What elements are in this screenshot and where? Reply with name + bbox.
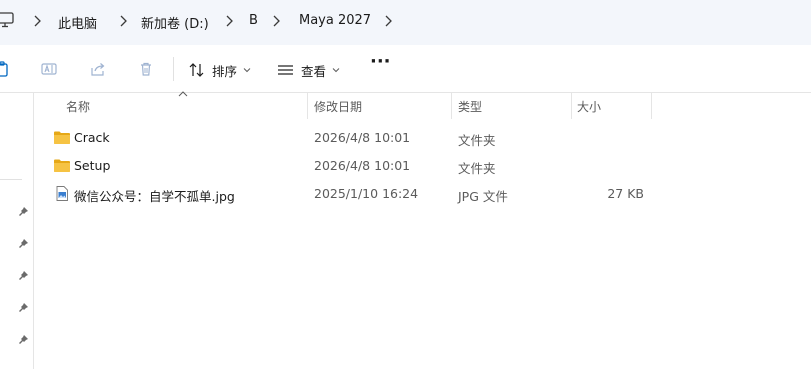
file-size: 27 KB	[607, 186, 644, 201]
column-header-type[interactable]: 类型	[458, 93, 482, 119]
chevron-down-icon	[243, 68, 251, 73]
sort-button[interactable]: 排序	[188, 57, 251, 83]
file-date: 2026/4/8 10:01	[314, 158, 411, 173]
breadcrumb-chevron-icon[interactable]	[271, 14, 281, 28]
image-file-icon	[56, 186, 68, 201]
pin-icon[interactable]	[18, 270, 29, 281]
column-resize-handle[interactable]	[307, 93, 308, 119]
breadcrumb-chevron-icon[interactable]	[118, 14, 128, 28]
pin-icon[interactable]	[18, 334, 29, 345]
file-type: JPG 文件	[458, 189, 508, 204]
sort-icon	[189, 63, 204, 77]
file-name: Crack	[74, 130, 110, 145]
folder-icon	[54, 159, 70, 172]
file-type: 文件夹	[458, 133, 496, 148]
rename-icon[interactable]	[41, 61, 57, 77]
column-resize-handle[interactable]	[451, 93, 452, 119]
pin-icon[interactable]	[18, 302, 29, 313]
sort-label: 排序	[212, 63, 238, 79]
view-button[interactable]: 查看	[277, 57, 340, 83]
file-row[interactable]: Setup 2026/4/8 10:01 文件夹	[40, 152, 652, 180]
column-resize-handle[interactable]	[571, 93, 572, 119]
chevron-down-icon	[332, 68, 340, 73]
folder-icon	[54, 131, 70, 144]
pin-icon[interactable]	[18, 238, 29, 249]
delete-icon[interactable]	[138, 61, 154, 77]
file-date: 2026/4/8 10:01	[314, 130, 411, 145]
file-date: 2025/1/10 16:24	[314, 186, 419, 201]
column-header-size[interactable]: 大小	[577, 93, 601, 119]
breadcrumb-drive-d[interactable]: 新加卷 (D:)	[141, 13, 209, 32]
this-pc-icon[interactable]	[0, 12, 14, 28]
column-header-name[interactable]: 名称	[66, 93, 90, 119]
share-icon[interactable]	[90, 61, 106, 77]
address-bar[interactable]: 此电脑 新加卷 (D:) B Maya 2027	[0, 0, 811, 45]
navigation-pane	[0, 93, 34, 369]
column-resize-handle[interactable]	[651, 93, 652, 119]
paste-icon[interactable]	[0, 61, 11, 77]
column-header-date[interactable]: 修改日期	[314, 93, 362, 119]
breadcrumb-chevron-icon[interactable]	[32, 14, 42, 28]
pin-icon[interactable]	[18, 206, 29, 217]
breadcrumb-chevron-icon[interactable]	[224, 14, 234, 28]
breadcrumb-this-pc[interactable]: 此电脑	[58, 13, 97, 32]
file-explorer-window: 此电脑 新加卷 (D:) B Maya 2027 排序 查看 ··· 名称 修改…	[0, 0, 811, 369]
view-icon	[278, 65, 293, 75]
file-row[interactable]: Crack 2026/4/8 10:01 文件夹	[40, 124, 652, 152]
file-name: 微信公众号：自学不孤单.jpg	[74, 189, 235, 204]
file-row[interactable]: 微信公众号：自学不孤单.jpg 2025/1/10 16:24 JPG 文件 2…	[40, 180, 652, 208]
file-type: 文件夹	[458, 161, 496, 176]
breadcrumb-folder-maya[interactable]: Maya 2027	[299, 13, 371, 28]
file-name: Setup	[74, 158, 111, 173]
command-bar: 排序 查看	[0, 45, 811, 93]
sort-ascending-caret-icon	[178, 91, 188, 97]
toolbar-divider	[173, 57, 174, 81]
breadcrumb-folder-b[interactable]: B	[249, 13, 258, 28]
nav-divider	[0, 179, 22, 180]
breadcrumb-chevron-icon[interactable]	[383, 14, 393, 28]
more-options-button[interactable]: ···	[370, 53, 391, 83]
view-label: 查看	[301, 63, 327, 79]
